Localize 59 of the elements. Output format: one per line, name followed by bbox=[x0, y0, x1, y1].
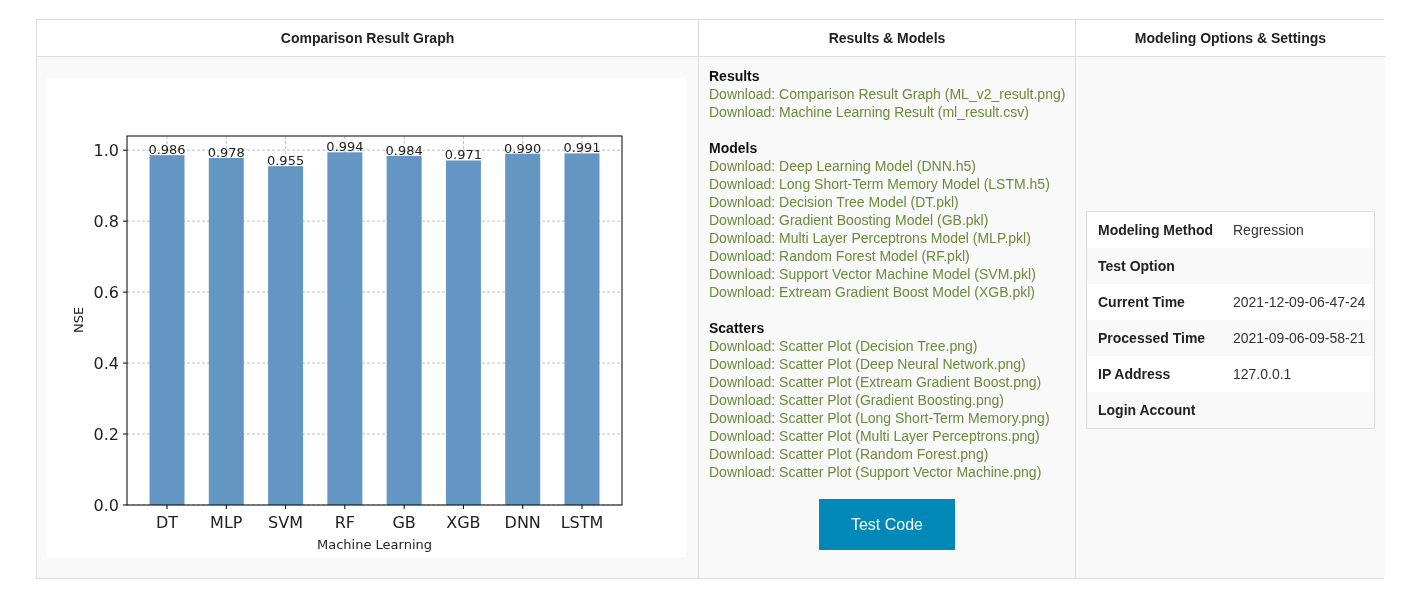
download-link[interactable]: Download: Scatter Plot (Support Vector Machine.png) bbox=[709, 463, 1042, 481]
value-label: 0.978 bbox=[207, 145, 245, 160]
column-header: Modeling Options & Settings bbox=[1134, 30, 1327, 46]
download-link[interactable]: Download: Extream Gradient Boost Model (XGB.pkl) bbox=[709, 283, 1036, 301]
value-label: 0.990 bbox=[504, 140, 542, 156]
section-title: Scatters bbox=[709, 319, 766, 337]
section-title: Results bbox=[709, 67, 761, 85]
axis-tick-label: 0.8 bbox=[93, 212, 119, 232]
axis-tick-label: DNN bbox=[504, 513, 541, 532]
axis-title: Machine Learning bbox=[317, 537, 432, 552]
setting-label: Modeling Method bbox=[1097, 221, 1215, 238]
value-label: 0.994 bbox=[326, 139, 364, 155]
download-link[interactable]: Download: Scatter Plot (Deep Neural Network.png) bbox=[709, 355, 1026, 373]
download-link[interactable]: Download: Scatter Plot (Gradient Boosting.png) bbox=[709, 391, 1004, 409]
section-title: Models bbox=[709, 139, 759, 157]
download-link[interactable]: Download: Scatter Plot (Random Forest.png) bbox=[709, 445, 989, 463]
download-link[interactable]: Download: Scatter Plot (Decision Tree.png) bbox=[709, 337, 978, 355]
axis-tick-label: 0.2 bbox=[93, 425, 119, 445]
setting-label: Current Time bbox=[1097, 293, 1186, 310]
axis-tick-label: 0.0 bbox=[93, 496, 119, 515]
column-header: Results & Models bbox=[828, 30, 946, 46]
axis-tick-label: GB bbox=[392, 513, 416, 532]
download-link[interactable]: Download: Scatter Plot (Long Short-Term Memory.png) bbox=[709, 409, 1050, 427]
download-link[interactable]: Download: Decision Tree Model (DT.pkl) bbox=[709, 193, 959, 211]
axis-tick-label: 1.0 bbox=[93, 141, 119, 161]
download-link[interactable]: Download: Multi Layer Perceptrons Model (MLP.pkl) bbox=[709, 229, 1031, 247]
setting-value: 2021-12-09-06-47-24 bbox=[1233, 293, 1366, 310]
axis-tick-label: DT bbox=[155, 513, 179, 532]
value-label: 0.971 bbox=[444, 147, 483, 163]
axis-tick-label: 0.6 bbox=[93, 283, 119, 303]
download-link[interactable]: Download: Long Short-Term Memory Model (LSTM.h5) bbox=[709, 175, 1050, 193]
setting-value: 2021-09-06-09-58-21 bbox=[1233, 329, 1366, 346]
download-link[interactable]: Download: Scatter Plot (Multi Layer Perceptrons.png) bbox=[709, 427, 1040, 445]
value-label: 0.986 bbox=[148, 142, 186, 158]
setting-value: 127.0.0.1 bbox=[1233, 365, 1292, 382]
value-label: 0.955 bbox=[266, 153, 305, 169]
axis-tick-label: MLP bbox=[210, 513, 243, 532]
download-link[interactable]: Download: Comparison Result Graph (ML_v2_result.png) bbox=[709, 85, 1066, 103]
setting-value: Regression bbox=[1233, 221, 1304, 238]
download-link[interactable]: Download: Scatter Plot (Extream Gradient Boost.png) bbox=[709, 373, 1042, 391]
axis-tick-label: 0.4 bbox=[93, 354, 119, 374]
setting-label: Processed Time bbox=[1097, 329, 1207, 346]
column-header: Comparison Result Graph bbox=[280, 30, 455, 46]
setting-label: Login Account bbox=[1097, 401, 1197, 418]
download-link[interactable]: Download: Support Vector Machine Model (SVM.pkl) bbox=[709, 265, 1036, 283]
axis-title: NSE bbox=[71, 306, 86, 334]
download-link[interactable]: Download: Gradient Boosting Model (GB.pkl) bbox=[709, 211, 989, 229]
value-label: 0.984 bbox=[385, 142, 423, 158]
download-link[interactable]: Download: Machine Learning Result (ml_result.csv) bbox=[709, 103, 1029, 121]
axis-tick-label: RF bbox=[334, 513, 355, 532]
value-label: 0.991 bbox=[563, 140, 601, 156]
axis-tick-label: SVM bbox=[268, 513, 304, 532]
axis-tick-label: LSTM bbox=[560, 513, 604, 532]
axis-tick-label: XGB bbox=[446, 513, 481, 532]
test-code-button[interactable]: Test Code bbox=[819, 499, 955, 550]
setting-label: Test Option bbox=[1097, 257, 1176, 274]
download-link[interactable]: Download: Random Forest Model (RF.pkl) bbox=[709, 247, 970, 265]
setting-label: IP Address bbox=[1097, 365, 1172, 382]
download-link[interactable]: Download: Deep Learning Model (DNN.h5) bbox=[709, 157, 976, 175]
